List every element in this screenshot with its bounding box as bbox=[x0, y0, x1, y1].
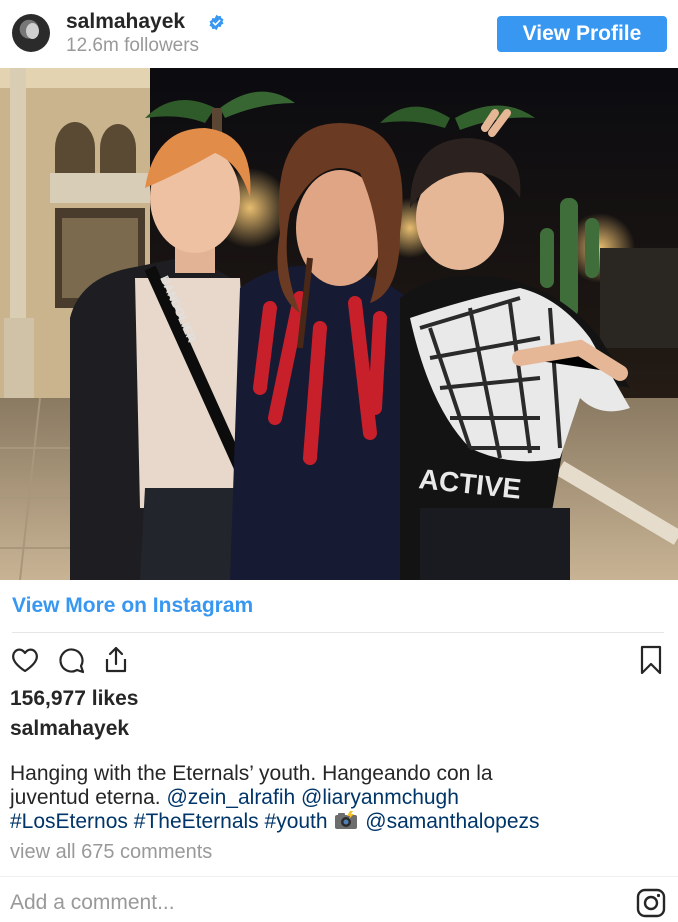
view-profile-button[interactable]: View Profile bbox=[497, 16, 667, 52]
heart-icon[interactable] bbox=[9, 644, 41, 676]
mention-link[interactable]: @liaryanmchugh bbox=[301, 786, 459, 809]
divider bbox=[0, 876, 678, 877]
verified-badge-icon bbox=[209, 14, 224, 31]
hashtag-link[interactable]: #LosEternos bbox=[10, 810, 128, 833]
like-count[interactable]: 156,977 likes bbox=[10, 686, 138, 712]
caption-username[interactable]: salmahayek bbox=[10, 716, 129, 742]
add-comment-input[interactable] bbox=[10, 888, 570, 918]
photo-illustration: BANDOLIER ACTIVE bbox=[0, 68, 678, 580]
post-photo[interactable]: BANDOLIER ACTIVE bbox=[0, 68, 678, 580]
share-icon[interactable] bbox=[100, 644, 132, 676]
caption-text: Hanging with the Eternals’ youth. Hangea… bbox=[10, 762, 660, 834]
action-bar bbox=[0, 644, 678, 680]
hashtag-link[interactable]: #youth bbox=[265, 810, 328, 833]
divider bbox=[12, 632, 664, 633]
hashtag-link[interactable]: #TheEternals bbox=[134, 810, 259, 833]
avatar[interactable] bbox=[12, 14, 50, 52]
comment-bubble-icon[interactable] bbox=[55, 644, 87, 676]
caption-line-2: juventud eterna. bbox=[10, 786, 161, 809]
mention-link[interactable]: @zein_alrafih bbox=[166, 786, 295, 809]
post-header: salmahayek 12.6m followers View Profile bbox=[0, 0, 678, 68]
mention-link[interactable]: @samanthalopezs bbox=[365, 810, 539, 833]
bookmark-icon[interactable] bbox=[635, 644, 667, 676]
view-more-link[interactable]: View More on Instagram bbox=[12, 593, 253, 619]
instagram-icon[interactable] bbox=[636, 888, 666, 918]
follower-count: 12.6m followers bbox=[66, 35, 200, 56]
header-username[interactable]: salmahayek bbox=[66, 10, 185, 34]
view-all-comments-link[interactable]: view all 675 comments bbox=[10, 839, 212, 865]
caption-line-1: Hanging with the Eternals’ youth. Hangea… bbox=[10, 762, 493, 785]
camera-flash-emoji bbox=[335, 811, 358, 829]
